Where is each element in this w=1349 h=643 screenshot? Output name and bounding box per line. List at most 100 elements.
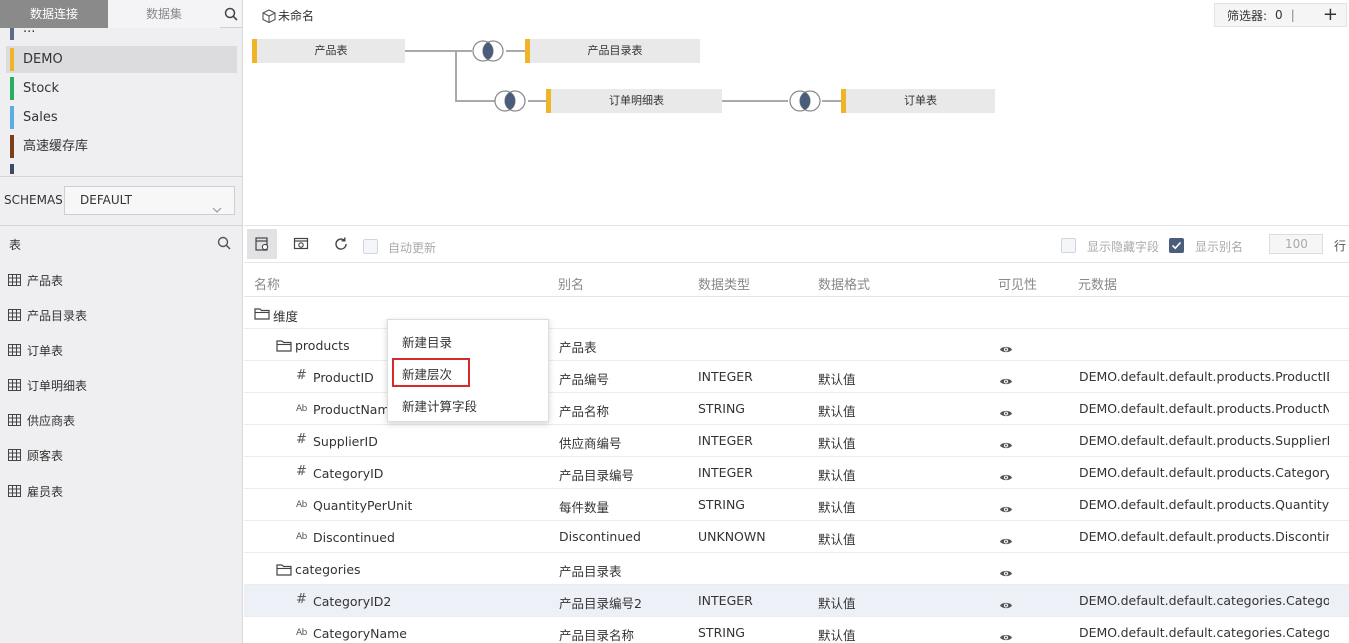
field-type: INTEGER: [698, 433, 753, 448]
eye-icon[interactable]: [999, 534, 1013, 549]
field-type: STRING: [698, 497, 745, 512]
field-alias: 产品目录编号: [559, 468, 635, 483]
table-item-suppliers[interactable]: 供应商表: [8, 410, 75, 430]
table-node-products[interactable]: 产品表: [252, 39, 405, 63]
join-diagram: 未命名 筛选器: 0 | + 产品表 产品目录表 订单明细表 订单表: [244, 0, 1349, 226]
eye-icon[interactable]: [999, 566, 1013, 581]
column-header-name[interactable]: 名称: [254, 274, 280, 293]
add-filter-icon[interactable]: +: [1323, 6, 1338, 24]
model-settings-button[interactable]: [247, 229, 277, 259]
table-item-employees[interactable]: 雇员表: [8, 481, 63, 501]
eye-icon[interactable]: [999, 342, 1013, 357]
left-sidebar: 数据连接 数据集 ... DEMO Stock Sales 高速缓存库 ... …: [0, 0, 243, 643]
datasource-item[interactable]: ...: [6, 162, 237, 174]
join-line: [404, 50, 472, 52]
table-item-customers[interactable]: 顾客表: [8, 445, 63, 465]
folder-icon[interactable]: [254, 307, 270, 320]
field-metadata: DEMO.default.default.categories.Categor.…: [1079, 625, 1329, 640]
field-metadata: DEMO.default.default.products.Discontin.…: [1079, 529, 1329, 544]
datasource-item[interactable]: ...: [6, 28, 237, 42]
table-row[interactable]: # SupplierID 供应商编号 INTEGER 默认值 DEMO.default.d…: [244, 425, 1349, 457]
eye-icon[interactable]: [999, 406, 1013, 421]
field-name: CategoryID2: [313, 594, 392, 609]
preview-button[interactable]: [286, 229, 316, 259]
column-header-visibility[interactable]: 可见性: [998, 274, 1037, 293]
menu-item-new-folder[interactable]: 新建目录: [402, 332, 452, 351]
datasource-item-demo[interactable]: DEMO: [6, 46, 237, 73]
datasource-item-sales[interactable]: Sales: [6, 104, 237, 131]
field-name: ProductName: [313, 402, 398, 417]
join-line: [455, 100, 495, 102]
datasource-color-bar: [10, 48, 14, 71]
model-title-text: 未命名: [278, 9, 315, 23]
field-alias: 产品目录表: [559, 564, 622, 579]
folder-icon[interactable]: [276, 339, 292, 352]
datasource-item-stock[interactable]: Stock: [6, 75, 237, 102]
table-item-label: 产品目录表: [27, 308, 88, 323]
menu-item-new-hierarchy[interactable]: 新建层次: [402, 364, 452, 383]
numeric-field-icon: #: [296, 432, 307, 447]
field-format: 默认值: [818, 500, 856, 515]
eye-icon[interactable]: [999, 502, 1013, 517]
table-row[interactable]: Ab CategoryName 产品目录名称 STRING 默认值 DEMO.defaul…: [244, 617, 1349, 643]
folder-icon[interactable]: [276, 563, 292, 576]
datasource-item-cache[interactable]: 高速缓存库: [6, 133, 237, 160]
field-type: INTEGER: [698, 593, 753, 608]
table-row[interactable]: Ab Discontinued Discontinued UNKNOWN 默认值 DEMO…: [244, 521, 1349, 553]
tab-data-connection[interactable]: 数据连接: [0, 0, 108, 28]
eye-icon[interactable]: [999, 598, 1013, 613]
table-node-order-details[interactable]: 订单明细表: [546, 89, 722, 113]
field-type: STRING: [698, 625, 745, 640]
preview-icon: [293, 237, 309, 250]
datasource-label: ...: [23, 168, 35, 174]
table-node-categories[interactable]: 产品目录表: [525, 39, 700, 63]
table-item-products[interactable]: 产品表: [8, 270, 63, 290]
table-item-label: 产品表: [27, 273, 64, 288]
inner-join-icon[interactable]: [470, 39, 506, 63]
tab-dataset[interactable]: 数据集: [108, 0, 220, 28]
checkmark-icon: [1171, 241, 1182, 250]
column-header-format[interactable]: 数据格式: [818, 274, 870, 293]
rows-unit-label: 行: [1334, 239, 1347, 253]
join-line: [455, 50, 457, 102]
inner-join-icon[interactable]: [787, 89, 823, 113]
schemas-select[interactable]: DEFAULT: [64, 186, 235, 215]
field-metadata: DEMO.default.default.products.ProductID: [1079, 369, 1329, 384]
filter-box[interactable]: 筛选器: 0 | +: [1214, 3, 1347, 27]
field-alias: 产品目录名称: [559, 628, 635, 643]
table-node-orders[interactable]: 订单表: [841, 89, 995, 113]
eye-icon[interactable]: [999, 630, 1013, 643]
table-item-label: 订单明细表: [27, 378, 88, 393]
show-alias-checkbox[interactable]: [1169, 238, 1184, 253]
field-format: 默认值: [818, 436, 856, 451]
filter-count: 0: [1275, 8, 1283, 22]
sidebar-tabs: 数据连接 数据集: [0, 0, 242, 28]
table-row[interactable]: # CategoryID2 产品目录编号2 INTEGER 默认值 DEMO.defaul…: [244, 585, 1349, 617]
inner-join-icon[interactable]: [492, 89, 528, 113]
column-header-alias[interactable]: 别名: [558, 274, 584, 293]
eye-icon[interactable]: [999, 470, 1013, 485]
menu-item-new-calculated-field[interactable]: 新建计算字段: [402, 396, 477, 415]
datasource-color-bar: [10, 135, 14, 158]
refresh-button[interactable]: [326, 229, 356, 259]
show-hidden-checkbox[interactable]: [1061, 238, 1076, 253]
rows-input[interactable]: 100: [1269, 234, 1323, 254]
eye-icon[interactable]: [999, 438, 1013, 453]
table-row[interactable]: # CategoryID 产品目录编号 INTEGER 默认值 DEMO.default.…: [244, 457, 1349, 489]
filter-separator: |: [1290, 8, 1295, 22]
column-header-metadata[interactable]: 元数据: [1078, 274, 1117, 293]
table-row[interactable]: Ab QuantityPerUnit 每件数量 STRING 默认值 DEMO.defau…: [244, 489, 1349, 521]
field-name: CategoryID: [313, 466, 384, 481]
search-icon[interactable]: [217, 236, 231, 254]
folder-row[interactable]: categories 产品目录表: [244, 553, 1349, 585]
table-item-orders[interactable]: 订单表: [8, 340, 63, 360]
field-name: QuantityPerUnit: [313, 498, 413, 513]
field-name: Discontinued: [313, 530, 395, 545]
auto-update-checkbox[interactable]: [363, 239, 378, 254]
table-item-categories[interactable]: 产品目录表: [8, 305, 87, 325]
eye-icon[interactable]: [999, 374, 1013, 389]
table-item-order-details[interactable]: 订单明细表: [8, 375, 87, 395]
search-icon[interactable]: [220, 0, 242, 27]
column-header-type[interactable]: 数据类型: [698, 274, 750, 293]
join-line: [506, 50, 526, 52]
